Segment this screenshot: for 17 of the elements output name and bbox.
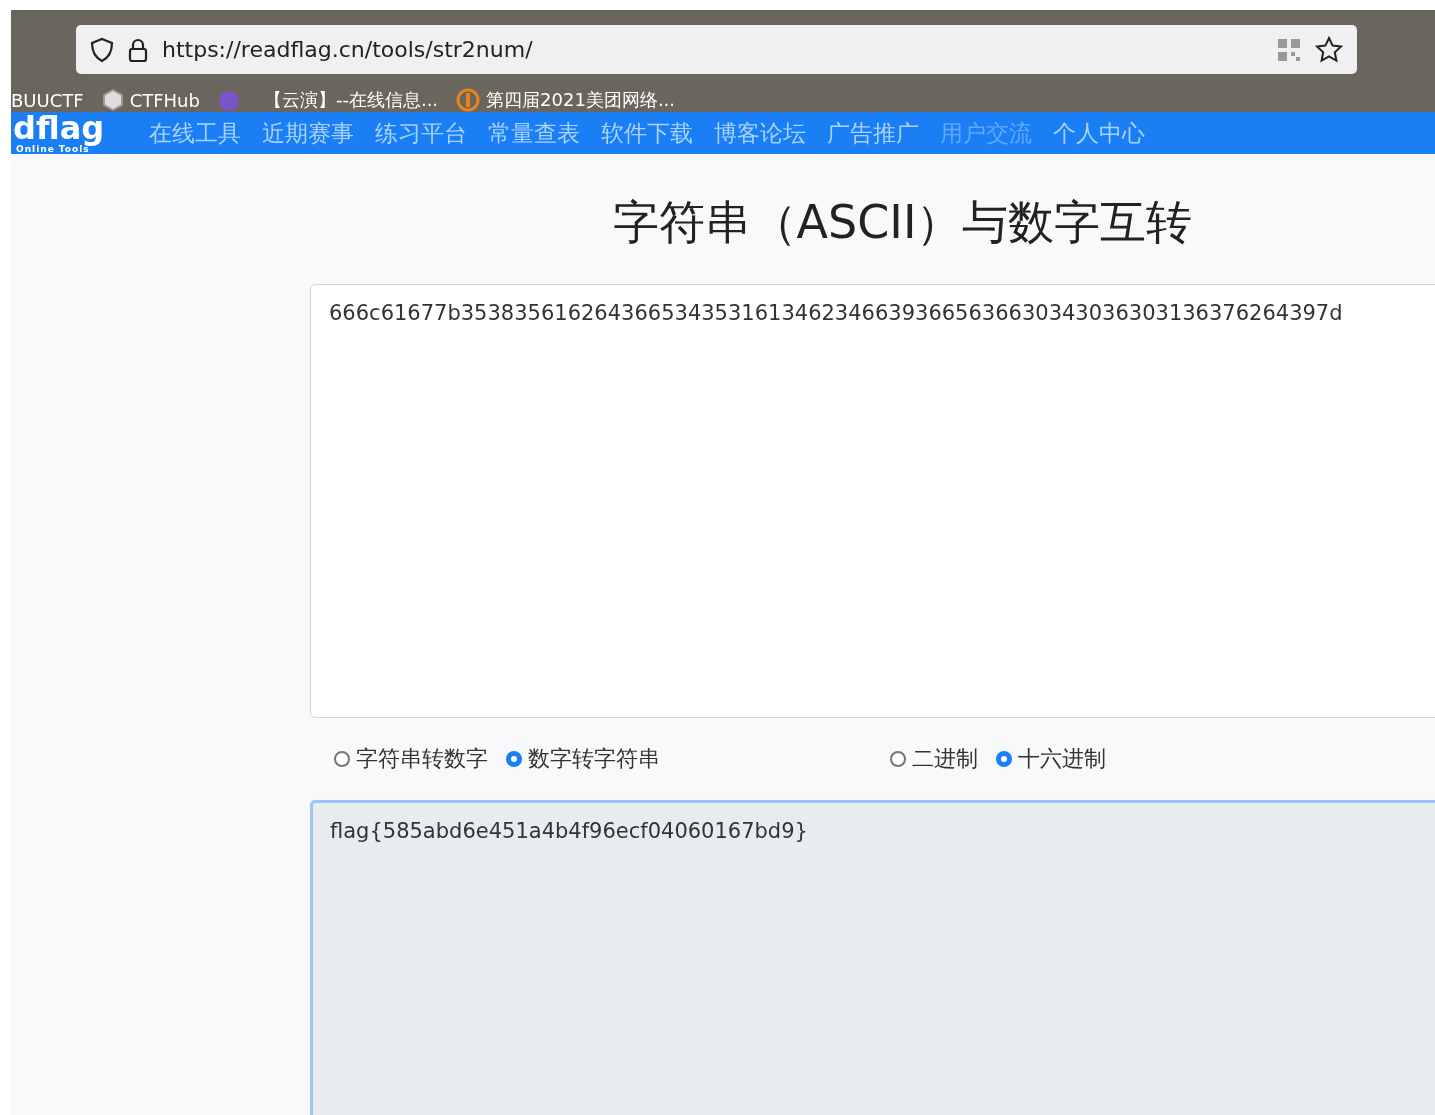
page-title: 字符串（ASCII）与数字互转 <box>611 194 1194 251</box>
radio-option[interactable]: 二进制 <box>890 744 978 774</box>
address-bar[interactable]: https://readflag.cn/tools/str2num/ <box>76 25 1357 74</box>
output-field[interactable]: flag{585abd6e451a4b4f96ecf04060167bd9} <box>310 800 1435 1115</box>
lock-icon <box>128 36 148 63</box>
bookmark[interactable]: BUUCTF <box>11 89 84 111</box>
radio-option[interactable]: 字符串转数字 <box>334 744 488 774</box>
star-icon[interactable] <box>1315 35 1343 64</box>
url-text: https://readflag.cn/tools/str2num/ <box>162 37 534 62</box>
input-field[interactable]: 666c61677b35383561626436653435316134623466393665636630343036303136376264397d <box>310 284 1435 718</box>
bookmark[interactable]: 【云演】--在线信息... <box>263 88 439 112</box>
bookmark[interactable]: CTFHub <box>129 89 200 111</box>
qr-code-icon[interactable] <box>1277 37 1301 62</box>
logo-text[interactable]: dflag <box>13 112 149 144</box>
bookmark[interactable]: 第四届2021美团网络... <box>486 88 676 112</box>
radio-option[interactable]: 数字转字符串 <box>506 744 660 774</box>
radio-option[interactable]: 十六进制 <box>996 744 1106 774</box>
